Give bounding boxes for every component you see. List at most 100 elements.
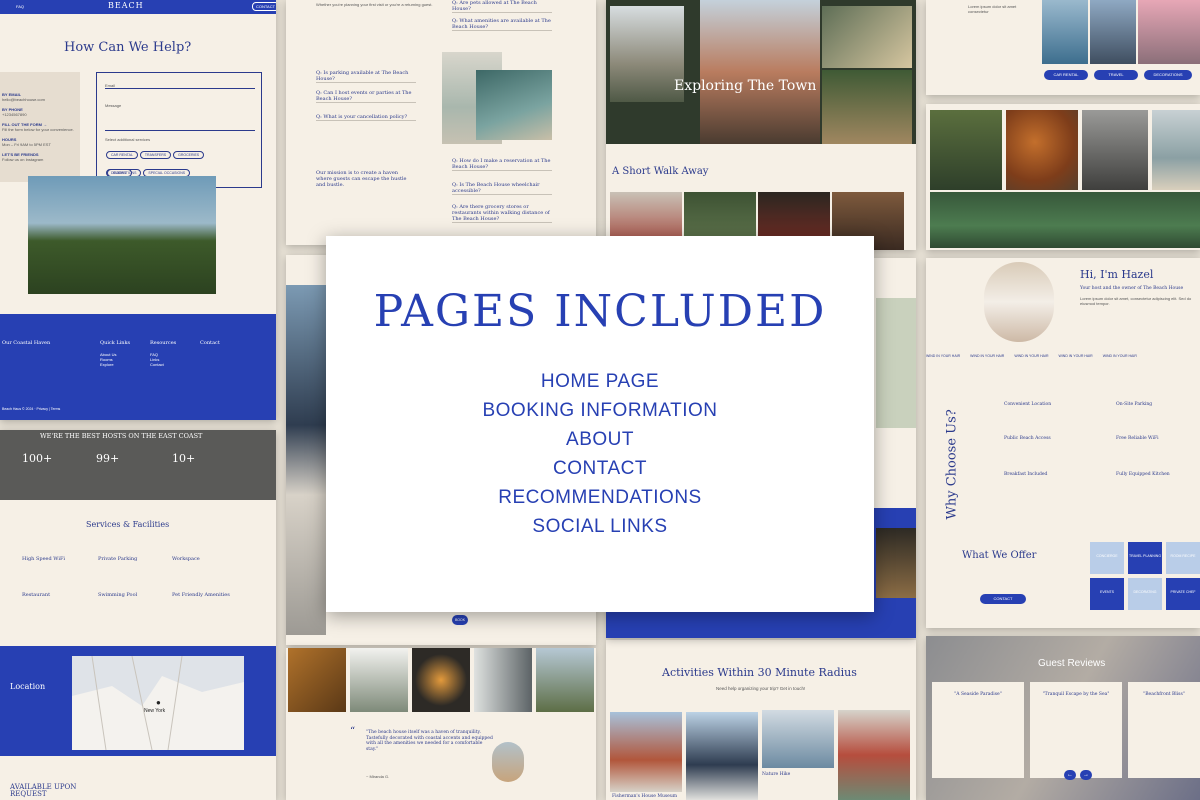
gallery-caption: Lorem ipsum dolor sit amet consectetur <box>968 4 1017 14</box>
ticker-text: WIND IN YOUR HAIR <box>1058 354 1093 358</box>
service-pill[interactable]: CAR RENTAL <box>106 151 138 159</box>
next-arrow-icon[interactable]: → <box>1080 770 1092 780</box>
page-list-item: RECOMMENDATIONS <box>498 487 702 508</box>
offer-tiles: CONCIERGE TRAVEL PLANNING ROOM RECIPE EV… <box>1090 542 1200 612</box>
map-city-label: New York <box>144 708 166 714</box>
offer-tile[interactable]: EVENTS <box>1090 578 1124 610</box>
footer-link[interactable]: Explore <box>100 362 116 367</box>
car-rental-button[interactable]: CAR RENTAL <box>1044 70 1088 80</box>
gallery-photo <box>412 648 470 712</box>
faq-item[interactable]: Q: What amenities are available at The B… <box>452 18 552 31</box>
decorations-button[interactable]: DECORATIONS <box>1144 70 1192 80</box>
offer-tile[interactable]: TRAVEL PLANNING <box>1128 542 1162 574</box>
reviews-heading: Guest Reviews <box>1038 658 1106 669</box>
service-pill[interactable]: GROCERIES <box>173 151 205 159</box>
offer-contact-button[interactable]: CONTACT <box>980 594 1026 604</box>
nav-contact-button[interactable]: CONTACT <box>252 2 276 11</box>
quote-preview: “ "The beach house itself was a haven of… <box>286 648 596 800</box>
stat-value: 99+ <box>96 452 120 465</box>
quote-text: "The beach house itself was a haven of t… <box>366 730 493 752</box>
ticker-text: WIND IN YOUR HAIR <box>1014 354 1049 358</box>
activities-heading: Activities Within 30 Minute Radius <box>662 666 857 679</box>
reviews-preview: Guest Reviews "A Seaside Paradise" "Tran… <box>926 636 1200 800</box>
collage-photo <box>930 110 1002 190</box>
faq-item[interactable]: Q: Are there grocery stores or restauran… <box>452 204 552 223</box>
nav-faq[interactable]: FAQ <box>16 4 24 9</box>
collage-photo <box>930 192 1200 248</box>
site-footer: Our Coastal Haven Quick Links Resources … <box>0 314 276 420</box>
offer-tile[interactable]: DECORATING <box>1128 578 1162 610</box>
pages-included-card: PAGES INCLUDED HOME PAGE BOOKING INFORMA… <box>326 236 874 612</box>
feature-item: Public Beach Access <box>1004 436 1051 441</box>
card-title: PAGES INCLUDED <box>373 286 827 337</box>
prev-arrow-icon[interactable]: ← <box>1064 770 1076 780</box>
service-item: High Speed WiFi <box>22 556 66 562</box>
friends-label: LET'S BE FRIENDS <box>2 152 39 157</box>
service-item: Pet Friendly Amenities <box>172 592 230 598</box>
stat-value: 10+ <box>172 452 196 465</box>
gallery-photo <box>288 648 346 712</box>
footer-col-title: Our Coastal Haven <box>2 340 51 346</box>
activities-subheading: Need help organizing your trip? Get in t… <box>716 686 806 691</box>
host-subtitle: Your host and the owner of The Beach Hou… <box>1080 286 1184 291</box>
town-title: Exploring The Town <box>674 78 817 94</box>
green-panel <box>876 298 916 428</box>
page-list-item: SOCIAL LINKS <box>532 516 668 537</box>
gallery-photo <box>474 648 532 712</box>
review-title: "Tranquil Escape by the Sea" <box>1042 692 1110 697</box>
host-greeting: Hi, I'm Hazel <box>1080 268 1154 281</box>
contact-page-preview: BEACH FAQ CONTACT How Can We Help? BY EM… <box>0 0 276 420</box>
ticker-text: WIND IN YOUR HAIR <box>1102 354 1137 358</box>
activities-preview: Activities Within 30 Minute Radius Need … <box>606 640 916 800</box>
page-title: How Can We Help? <box>64 40 192 55</box>
by-email-label: BY EMAIL <box>2 92 22 97</box>
faq-item[interactable]: Q: Is The Beach House wheelchair accessi… <box>452 182 552 195</box>
gallery-photo <box>350 648 408 712</box>
offer-tile[interactable]: CONCIERGE <box>1090 542 1124 574</box>
faq-item[interactable]: Q: Are pets allowed at The Beach House? <box>452 0 552 13</box>
service-item: Swimming Pool <box>98 592 138 598</box>
page-list-item: BOOKING INFORMATION <box>482 400 718 421</box>
short-walk-heading: A Short Walk Away <box>612 166 709 177</box>
location-heading: Location <box>10 682 46 691</box>
landscape-photo <box>28 176 216 294</box>
faq-page-preview: Whether you're planning your first visit… <box>286 0 596 245</box>
gallery-photo <box>1090 0 1136 64</box>
feature-item: Free Reliable WiFi <box>1116 436 1159 441</box>
map[interactable]: ● New York <box>72 655 244 751</box>
collage-photo <box>1006 110 1078 190</box>
offer-tile[interactable]: ROOM RECIPE <box>1166 542 1200 574</box>
services-heading: Services & Facilities <box>86 520 170 529</box>
faq-item[interactable]: Q: Is parking available at The Beach Hou… <box>316 70 416 83</box>
faq-item[interactable]: Q: What is your cancellation policy? <box>316 114 416 121</box>
gallery-photo <box>536 648 594 712</box>
service-pill[interactable]: TRANSFERS <box>139 151 172 159</box>
email-field[interactable]: Email <box>105 83 255 89</box>
service-item: Private Parking <box>98 556 138 562</box>
footer-col-title: Resources <box>150 340 177 346</box>
review-title: "A Seaside Paradise" <box>954 692 1002 697</box>
service-item: Workspace <box>172 556 200 562</box>
travel-button[interactable]: TRAVEL <box>1094 70 1138 80</box>
review-card: "A Seaside Paradise" <box>932 682 1024 778</box>
message-field[interactable]: Message <box>105 103 255 131</box>
services-label: Select additional services <box>105 137 151 142</box>
review-card: "Tranquil Escape by the Sea" <box>1030 682 1122 778</box>
footer-link[interactable]: Contact <box>150 362 164 367</box>
available-label: AVAILABLE UPON REQUEST <box>10 783 77 798</box>
collage-photo <box>1152 110 1200 190</box>
home-page-preview: WE'RE THE BEST HOSTS ON THE EAST COAST 1… <box>0 430 276 800</box>
page-list-item: HOME PAGE <box>540 371 660 392</box>
feature-item: Fully Equipped Kitchen <box>1116 472 1170 477</box>
copyright: Beach Haus © 2024 · Privacy | Terms <box>2 407 61 411</box>
gallery-photo <box>1042 0 1088 64</box>
offer-tile[interactable]: PRIVATE CHEF <box>1166 578 1200 610</box>
faq-item[interactable]: Q: Can I host events or parties at The B… <box>316 90 416 103</box>
feature-item: Breakfast Included <box>1004 472 1048 477</box>
why-heading: Why Choose Us? <box>944 409 960 520</box>
contact-topbar: BEACH FAQ CONTACT <box>0 0 276 14</box>
book-button[interactable]: BOOK <box>452 615 468 625</box>
feature-item: Convenient Location <box>1004 402 1052 407</box>
faq-item[interactable]: Q: How do I make a reservation at The Be… <box>452 158 552 171</box>
faq-intro: Whether you're planning your first visit… <box>316 2 433 7</box>
